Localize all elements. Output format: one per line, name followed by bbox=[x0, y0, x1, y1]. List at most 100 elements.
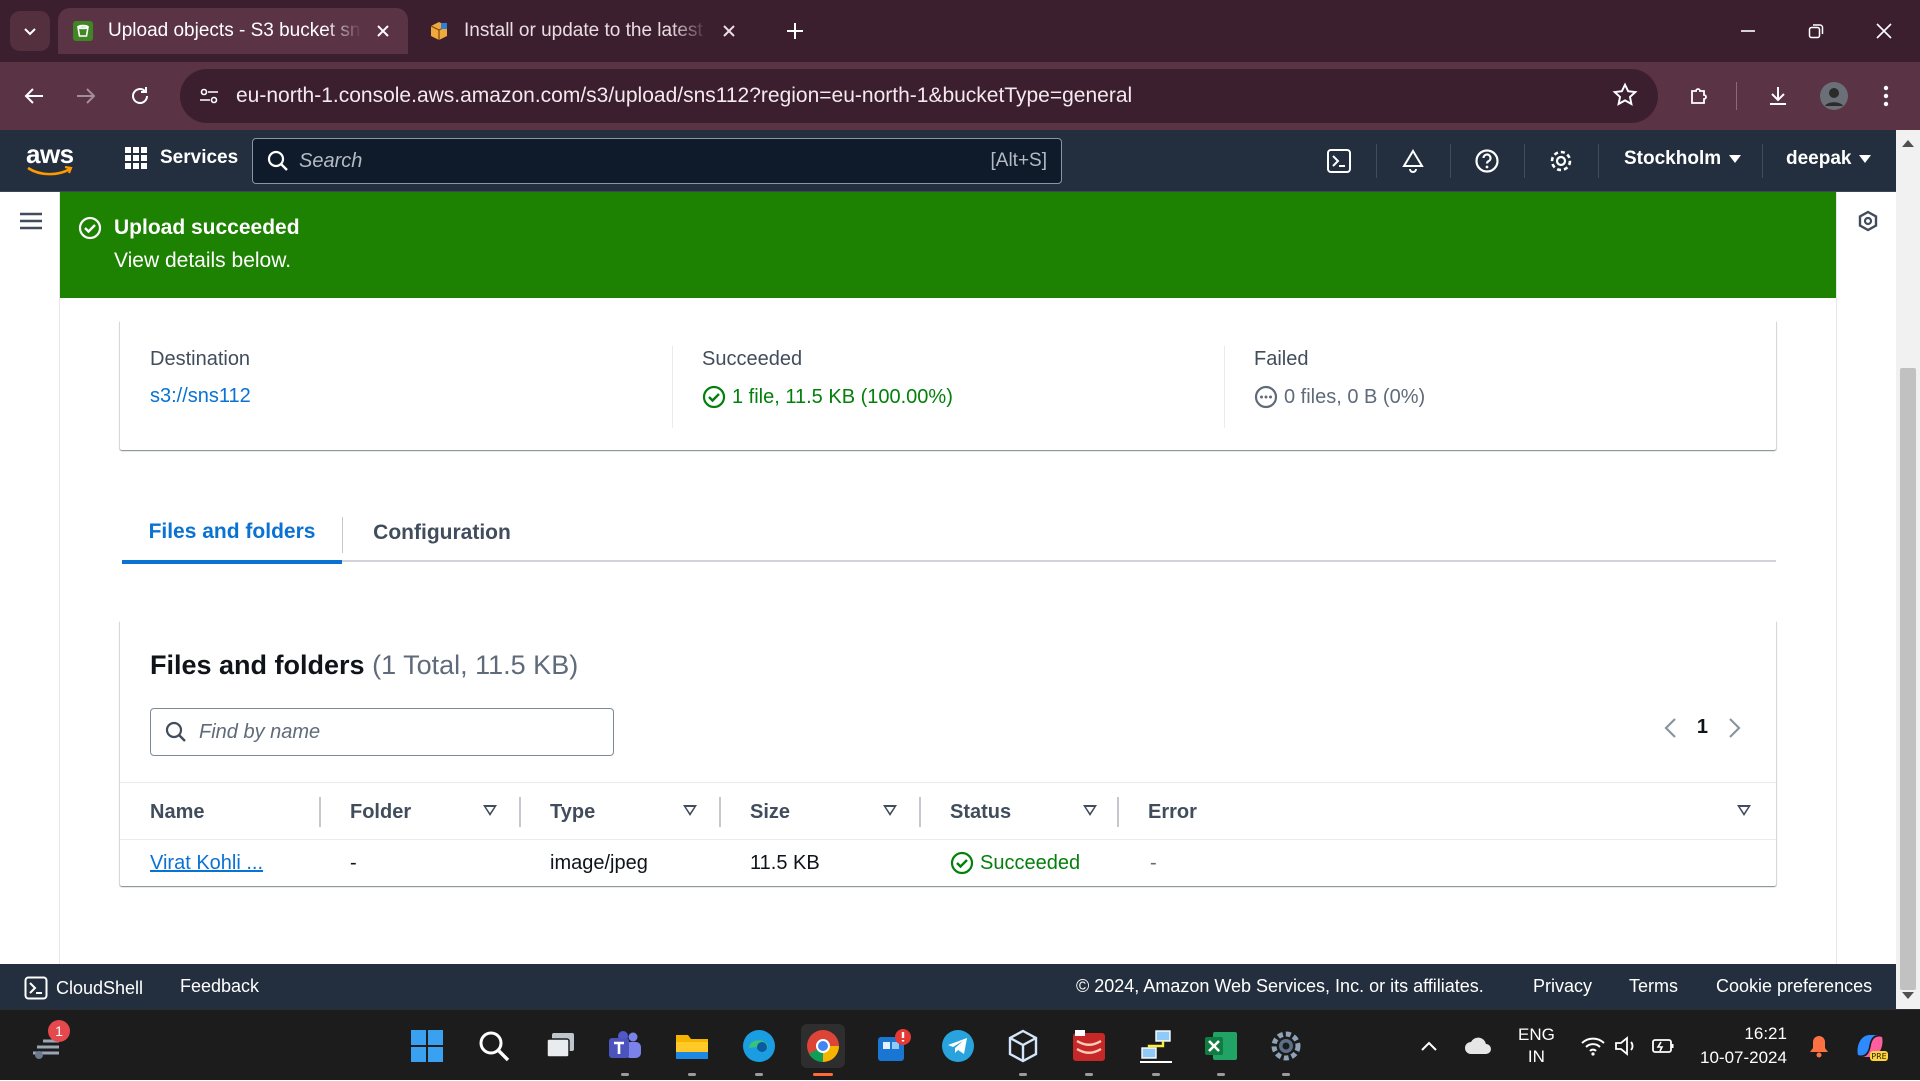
column-header-error[interactable]: Error bbox=[1148, 783, 1197, 841]
downloads-button[interactable] bbox=[1758, 76, 1798, 116]
task-view-button[interactable] bbox=[539, 1024, 583, 1068]
teams-button[interactable] bbox=[603, 1024, 647, 1076]
close-window-button[interactable] bbox=[1862, 12, 1906, 50]
column-divider bbox=[1224, 346, 1225, 428]
column-resizer[interactable] bbox=[919, 797, 921, 827]
onedrive-button[interactable] bbox=[1464, 1010, 1492, 1081]
column-resizer[interactable] bbox=[719, 797, 721, 827]
minimize-button[interactable] bbox=[1726, 12, 1770, 50]
close-tab-icon[interactable] bbox=[718, 20, 740, 42]
services-menu[interactable]: Services bbox=[124, 146, 238, 170]
destination-link[interactable]: s3://sns112 bbox=[150, 385, 251, 408]
file-explorer-button[interactable] bbox=[670, 1024, 714, 1076]
copilot-button[interactable]: PRE bbox=[1852, 1010, 1888, 1081]
sort-icon[interactable] bbox=[683, 805, 697, 816]
address-bar[interactable]: eu-north-1.console.aws.amazon.com/s3/upl… bbox=[180, 69, 1658, 123]
aws-search-input[interactable] bbox=[299, 149, 991, 173]
sort-icon[interactable] bbox=[1737, 805, 1751, 816]
taskbar-search-button[interactable] bbox=[472, 1024, 516, 1068]
tab-files-and-folders[interactable]: Files and folders bbox=[122, 504, 342, 564]
error-cell: - bbox=[1150, 851, 1157, 874]
tools-panel-icon[interactable] bbox=[1857, 210, 1879, 234]
virtualbox-button[interactable] bbox=[1001, 1024, 1045, 1076]
profile-avatar[interactable] bbox=[1814, 76, 1854, 116]
task-view-icon bbox=[546, 1033, 574, 1058]
cloudshell-button[interactable] bbox=[1322, 144, 1356, 178]
minimize-icon bbox=[1741, 30, 1755, 32]
cloudshell-link[interactable]: CloudShell bbox=[24, 976, 143, 1000]
start-button[interactable] bbox=[405, 1024, 449, 1068]
notification-bell-icon[interactable] bbox=[1808, 1010, 1830, 1081]
show-hidden-icons-button[interactable] bbox=[1420, 1010, 1438, 1081]
column-resizer[interactable] bbox=[519, 797, 521, 827]
scroll-down-arrow[interactable] bbox=[1902, 992, 1914, 999]
network-app-button[interactable] bbox=[1134, 1024, 1178, 1076]
browser-tab-s3[interactable]: Upload objects - S3 bucket sns112 bbox=[58, 8, 408, 54]
column-resizer[interactable] bbox=[319, 797, 321, 827]
oracle-app-button[interactable] bbox=[1067, 1024, 1111, 1076]
column-header-status[interactable]: Status bbox=[950, 783, 1011, 841]
region-label: Stockholm bbox=[1624, 148, 1722, 169]
telegram-button[interactable] bbox=[936, 1024, 980, 1068]
sort-icon[interactable] bbox=[483, 805, 497, 816]
browser-tab-aws-cli[interactable]: Install or update to the latest version … bbox=[414, 8, 754, 54]
chevron-down-icon bbox=[24, 28, 36, 36]
database-app-icon bbox=[1073, 1030, 1105, 1061]
wifi-icon[interactable] bbox=[1580, 1010, 1606, 1081]
cube-icon bbox=[1008, 1029, 1038, 1063]
settings-app-button[interactable] bbox=[1264, 1024, 1308, 1076]
back-button[interactable] bbox=[14, 76, 54, 116]
bookmark-star-icon[interactable] bbox=[1612, 82, 1638, 108]
tab-search-button[interactable] bbox=[10, 11, 50, 51]
settings-button[interactable] bbox=[1544, 144, 1578, 178]
privacy-link[interactable]: Privacy bbox=[1533, 976, 1592, 997]
help-button[interactable] bbox=[1470, 144, 1504, 178]
browser-menu-button[interactable] bbox=[1866, 76, 1906, 116]
edge-button[interactable] bbox=[737, 1024, 781, 1076]
new-tab-button[interactable] bbox=[780, 16, 810, 46]
feedback-link[interactable]: Feedback bbox=[180, 976, 259, 997]
column-header-type[interactable]: Type bbox=[550, 783, 595, 841]
terms-link[interactable]: Terms bbox=[1629, 976, 1678, 997]
restore-button[interactable] bbox=[1794, 12, 1838, 50]
chevron-left-icon[interactable] bbox=[1663, 717, 1677, 739]
scroll-up-arrow[interactable] bbox=[1902, 140, 1914, 147]
find-by-name-box[interactable] bbox=[150, 708, 614, 756]
language-indicator[interactable]: ENG IN bbox=[1518, 1010, 1555, 1081]
battery-icon[interactable] bbox=[1650, 1010, 1676, 1081]
forward-button[interactable] bbox=[66, 76, 106, 116]
reload-button[interactable] bbox=[120, 76, 160, 116]
sort-icon[interactable] bbox=[1083, 805, 1097, 816]
cookie-preferences-link[interactable]: Cookie preferences bbox=[1716, 976, 1872, 997]
account-menu[interactable]: deepak bbox=[1786, 148, 1872, 170]
notifications-button[interactable] bbox=[1396, 144, 1430, 178]
clock[interactable]: 16:21 10-07-2024 bbox=[1700, 1010, 1787, 1081]
tab-title: Upload objects - S3 bucket sns112 bbox=[108, 20, 362, 41]
close-tab-icon[interactable] bbox=[372, 20, 394, 42]
chevron-right-icon[interactable] bbox=[1728, 717, 1742, 739]
region-selector[interactable]: Stockholm bbox=[1624, 148, 1742, 170]
chrome-button[interactable] bbox=[801, 1024, 845, 1076]
app-alert-button[interactable] bbox=[871, 1024, 915, 1068]
hamburger-menu-icon[interactable] bbox=[20, 212, 42, 230]
volume-icon[interactable] bbox=[1614, 1010, 1640, 1081]
column-resizer[interactable] bbox=[1117, 797, 1119, 827]
extensions-button[interactable] bbox=[1680, 76, 1720, 116]
site-info-icon[interactable] bbox=[196, 83, 222, 109]
find-by-name-input[interactable] bbox=[199, 720, 613, 744]
page-scrollbar[interactable] bbox=[1896, 130, 1920, 1009]
page-number[interactable]: 1 bbox=[1697, 716, 1708, 739]
column-header-size[interactable]: Size bbox=[750, 783, 790, 841]
column-header-folder[interactable]: Folder bbox=[350, 783, 411, 841]
clock-date: 10-07-2024 bbox=[1700, 1047, 1787, 1067]
sort-icon[interactable] bbox=[883, 805, 897, 816]
file-name-link[interactable]: Virat Kohli ... bbox=[150, 852, 263, 875]
aws-search-box[interactable]: [Alt+S] bbox=[252, 138, 1062, 184]
notification-app-button[interactable]: 1 bbox=[26, 1020, 70, 1068]
succeeded-status: 1 file, 11.5 KB (100.00%) bbox=[702, 385, 953, 409]
column-header-name[interactable]: Name bbox=[150, 783, 204, 841]
scrollbar-thumb[interactable] bbox=[1900, 368, 1916, 990]
tab-configuration[interactable]: Configuration bbox=[342, 504, 542, 562]
excel-button[interactable] bbox=[1199, 1024, 1243, 1076]
aws-logo[interactable]: aws bbox=[26, 141, 74, 176]
